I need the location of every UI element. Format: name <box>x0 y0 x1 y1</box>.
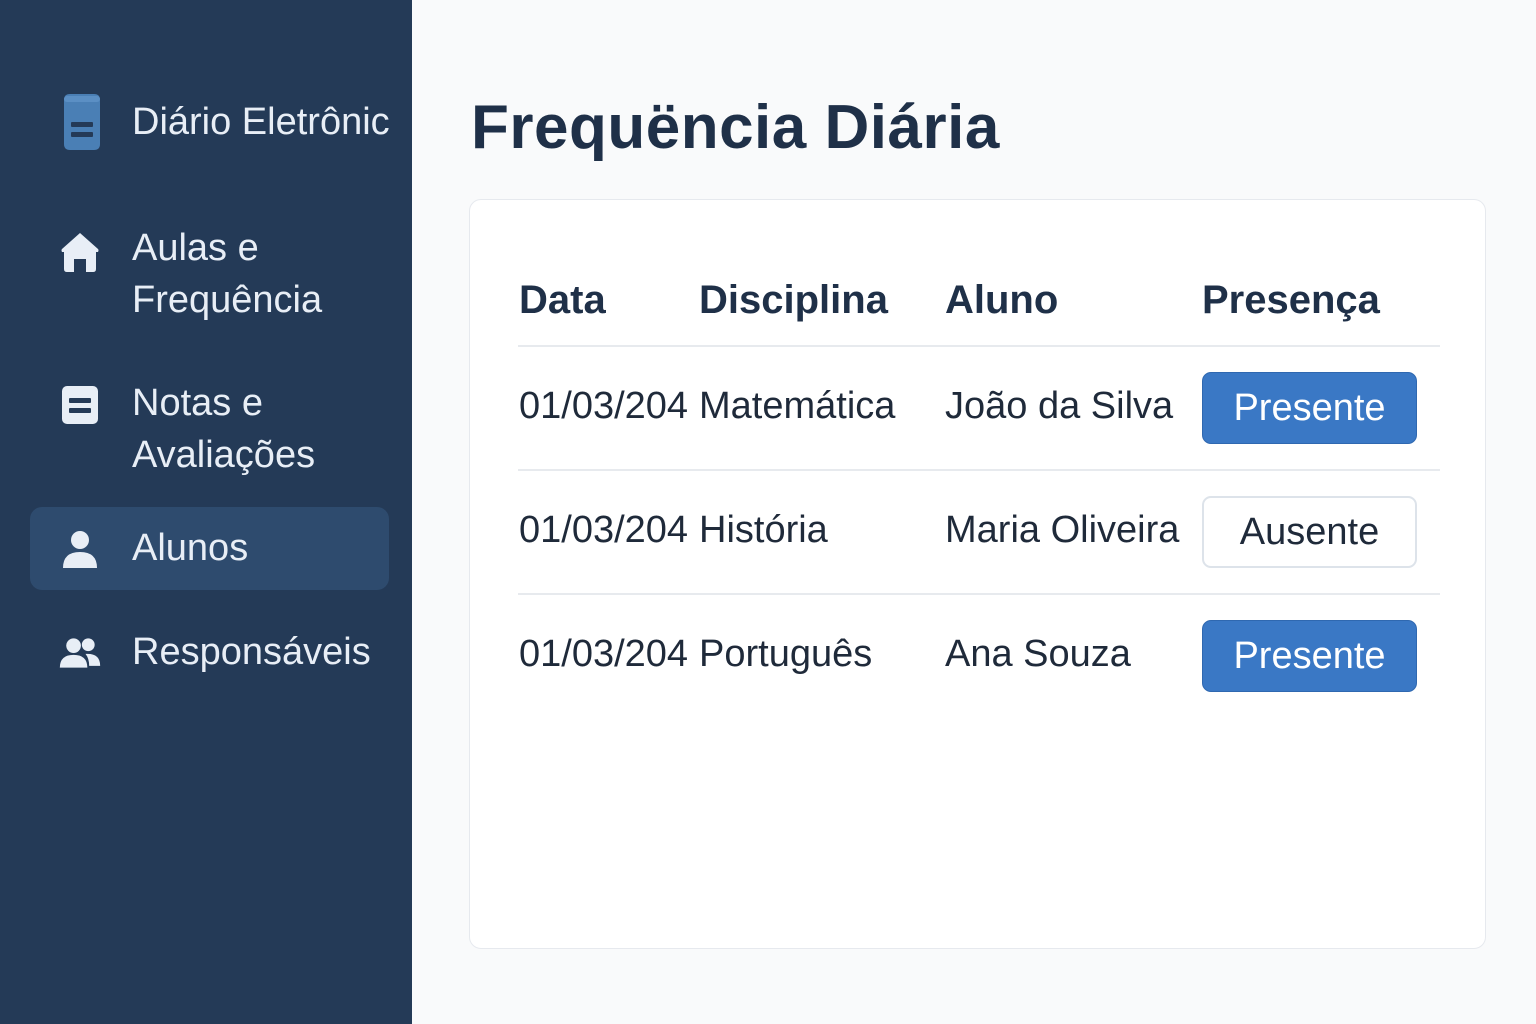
brand[interactable]: Diário Eletrônic <box>58 92 392 152</box>
attendance-card: Data Disciplina Aluno Presença 01/03/204… <box>469 199 1486 949</box>
sidebar-item-alunos[interactable]: Alunos <box>30 507 389 590</box>
date-cell: 01/03/204 <box>519 509 689 551</box>
column-header-aluno[interactable]: Aluno <box>945 278 1058 323</box>
brand-title: Diário Eletrônic <box>132 100 390 143</box>
student-cell: João da Silva <box>945 385 1174 427</box>
user-icon <box>58 527 102 571</box>
student-cell: Ana Souza <box>945 633 1131 675</box>
date-cell: 01/03/204 <box>519 385 689 427</box>
sidebar-item-responsaveis[interactable]: Responsáveis <box>30 626 389 678</box>
users-icon <box>58 631 102 675</box>
student-cell: Maria Oliveira <box>945 509 1180 551</box>
app-window: Diário Eletrônic Aulas e Frequência Nota… <box>0 0 1536 1024</box>
status-absent-button[interactable]: Ausente <box>1202 496 1417 568</box>
sidebar-item-notas-avaliacoes[interactable]: Notas e Avaliações <box>30 377 389 481</box>
attendance-table: Data Disciplina Aluno Presença 01/03/204… <box>518 260 1440 719</box>
document-list-icon <box>58 383 102 427</box>
subject-cell: História <box>699 509 828 551</box>
status-present-button[interactable]: Presente <box>1202 372 1417 444</box>
table-row: 01/03/204 Matemática João da Silva Prese… <box>518 347 1440 471</box>
sidebar: Diário Eletrônic Aulas e Frequência Nota… <box>0 0 412 1024</box>
home-icon <box>58 230 102 274</box>
table-row: 01/03/204 História Maria Oliveira Ausent… <box>518 471 1440 595</box>
sidebar-item-label: Notas e Avaliações <box>132 382 316 476</box>
date-cell: 01/03/204 <box>519 633 689 675</box>
status-present-button[interactable]: Presente <box>1202 620 1417 692</box>
column-header-presenca[interactable]: Presença <box>1202 278 1380 323</box>
subject-cell: Matemática <box>699 385 896 427</box>
table-row: 01/03/204 Português Ana Souza Presente <box>518 595 1440 719</box>
table-header: Data Disciplina Aluno Presença <box>518 260 1440 347</box>
page-title: Frequëncia Diária <box>471 93 1000 162</box>
subject-cell: Português <box>699 633 873 675</box>
sidebar-item-aulas-frequencia[interactable]: Aulas e Frequência <box>30 222 389 326</box>
sidebar-item-label: Alunos <box>132 527 249 569</box>
sidebar-item-label: Responsáveis <box>132 631 371 673</box>
column-header-disciplina[interactable]: Disciplina <box>699 278 888 323</box>
sidebar-item-label: Aulas e Frequência <box>132 227 323 321</box>
column-header-data[interactable]: Data <box>519 278 606 323</box>
notebook-icon <box>58 92 106 152</box>
